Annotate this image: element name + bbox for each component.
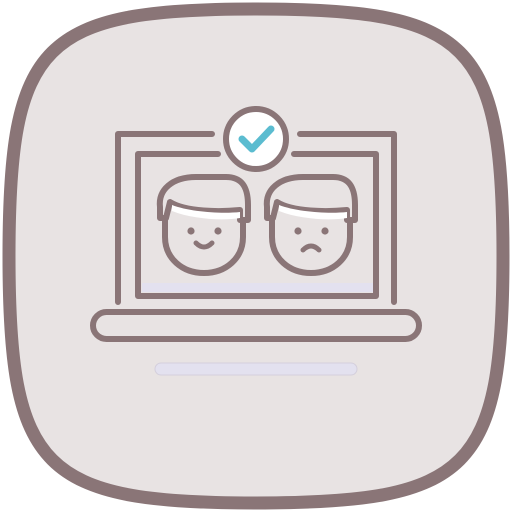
- laptop-face-comparison-icon: [2, 2, 510, 510]
- laptop-shadow-bar: [154, 362, 358, 376]
- icon-tile: [0, 0, 512, 512]
- screen-highlight: [142, 283, 373, 292]
- tile-background: [2, 2, 510, 510]
- checkmark-icon: [223, 106, 289, 172]
